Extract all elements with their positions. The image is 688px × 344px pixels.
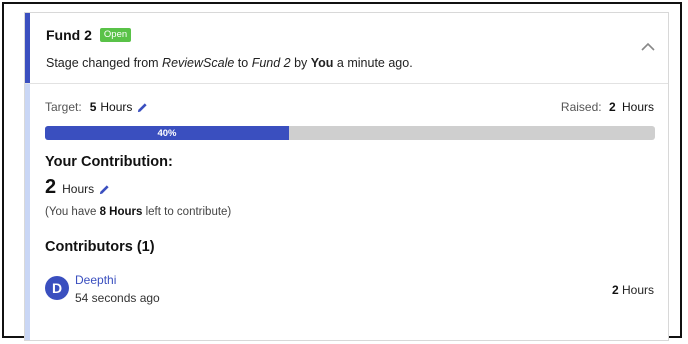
target-value: 5 xyxy=(89,100,97,114)
edit-contribution-pencil-icon[interactable] xyxy=(99,184,110,195)
card-body-stripe xyxy=(25,83,30,340)
title-row: Fund 2 Open xyxy=(46,27,132,43)
avatar: D xyxy=(45,276,69,300)
target-unit: Hours xyxy=(100,100,133,114)
contributor-row: D Deepthi 54 seconds ago 2 Hours xyxy=(45,268,654,308)
your-contribution-heading: Your Contribution: xyxy=(45,154,173,170)
status-badge: Open xyxy=(99,28,132,42)
fund-card: Fund 2 Open Stage changed from ReviewSca… xyxy=(24,12,669,341)
progress-label: 40% xyxy=(157,127,177,139)
contributor-hours: 2 Hours xyxy=(611,283,654,297)
target-label: Target: xyxy=(45,100,82,114)
your-contribution-value: 2 xyxy=(45,176,57,198)
progress-fill: 40% xyxy=(45,126,289,140)
remaining-hours: 8 Hours xyxy=(99,206,143,218)
progress-bar: 40% xyxy=(45,126,655,140)
your-contribution-amount: 2 Hours xyxy=(45,176,110,199)
target-row: Target: 5 Hours xyxy=(45,100,148,114)
contributor-time: 54 seconds ago xyxy=(75,291,160,305)
screenshot-frame: Fund 2 Open Stage changed from ReviewSca… xyxy=(2,2,682,341)
fund-title: Fund 2 xyxy=(46,27,92,43)
stage-change-text: Stage changed from ReviewScale to Fund 2… xyxy=(46,56,413,70)
chevron-up-icon[interactable] xyxy=(640,41,656,53)
your-contribution-unit: Hours xyxy=(62,182,95,196)
raised-row: Raised: 2 Hours xyxy=(561,100,654,114)
raised-label: Raised: xyxy=(560,100,602,114)
stage-by-user: You xyxy=(310,56,334,70)
contributor-name-link[interactable]: Deepthi xyxy=(75,273,116,287)
card-header[interactable]: Fund 2 Open Stage changed from ReviewSca… xyxy=(25,13,668,84)
raised-value: 2 xyxy=(608,100,616,114)
stage-to: Fund 2 xyxy=(251,56,291,70)
contributors-heading: Contributors (1) xyxy=(45,239,155,255)
stage-from: ReviewScale xyxy=(162,56,235,70)
remaining-note: (You have 8 Hours left to contribute) xyxy=(45,206,232,218)
edit-target-pencil-icon[interactable] xyxy=(137,102,148,113)
raised-unit: Hours xyxy=(621,100,654,114)
